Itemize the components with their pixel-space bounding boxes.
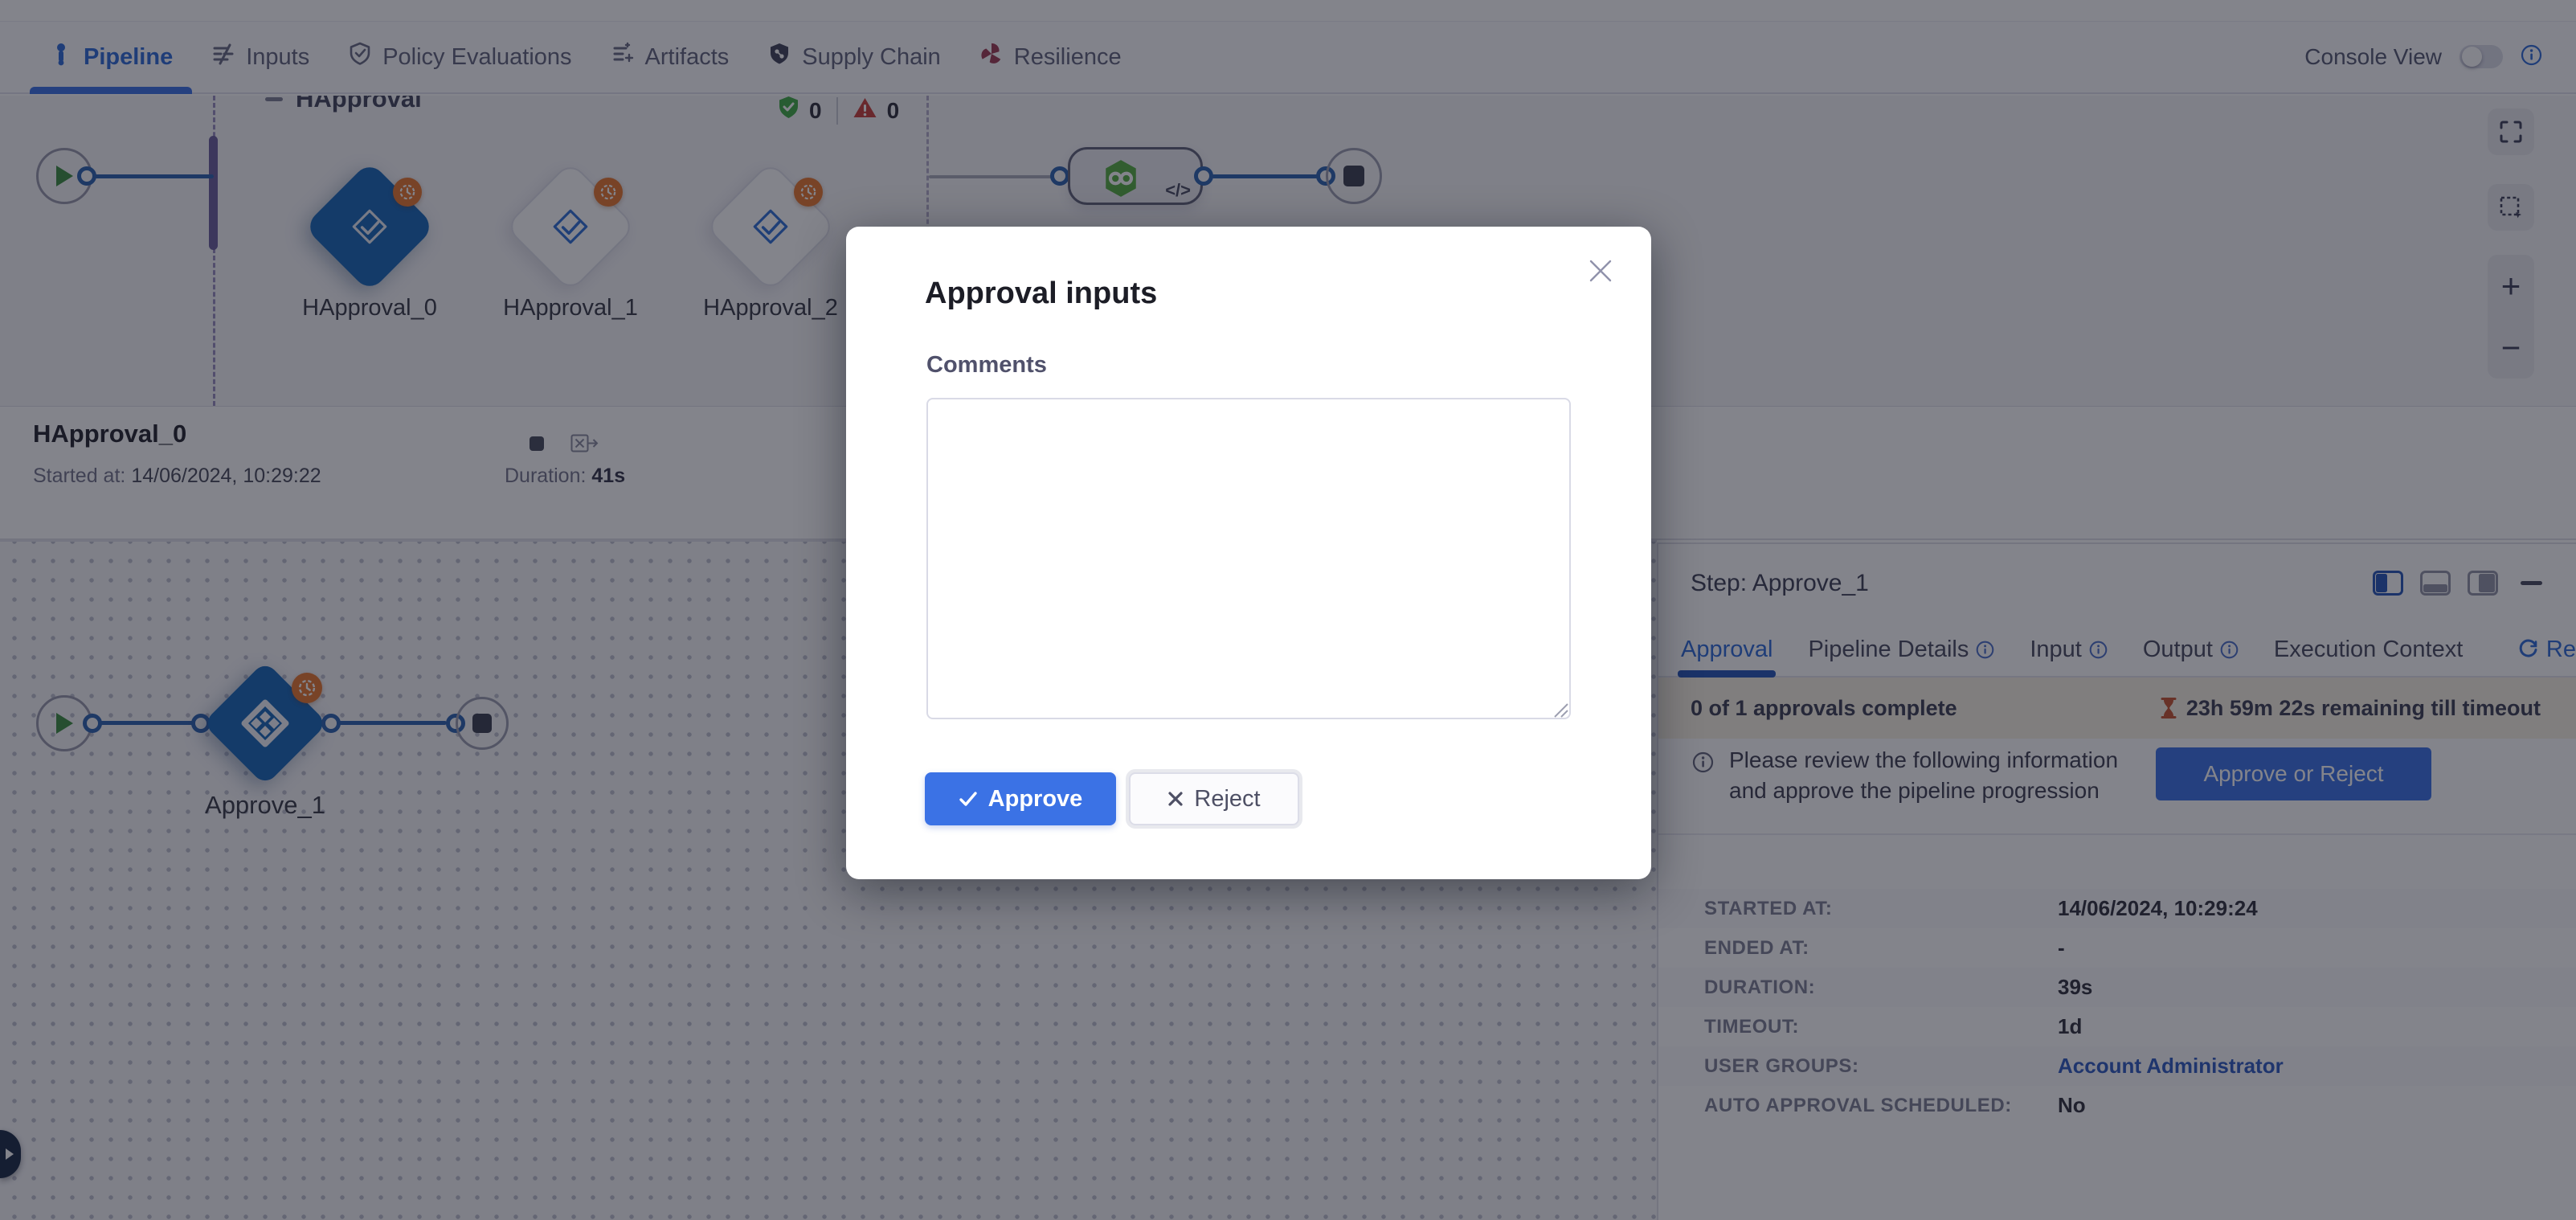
approve-button[interactable]: Approve <box>925 772 1116 825</box>
modal-buttons: Approve Reject <box>925 772 1299 825</box>
approval-inputs-modal: Approval inputs Comments Approve Reject <box>846 227 1651 879</box>
reject-button[interactable]: Reject <box>1129 772 1299 825</box>
reject-label: Reject <box>1194 786 1260 813</box>
check-icon <box>959 790 978 808</box>
modal-title: Approval inputs <box>925 276 1157 311</box>
comments-label: Comments <box>926 352 1047 379</box>
comments-input[interactable] <box>926 398 1571 719</box>
close-icon[interactable] <box>1587 257 1614 285</box>
approve-label: Approve <box>988 786 1083 813</box>
cross-icon <box>1167 791 1184 807</box>
